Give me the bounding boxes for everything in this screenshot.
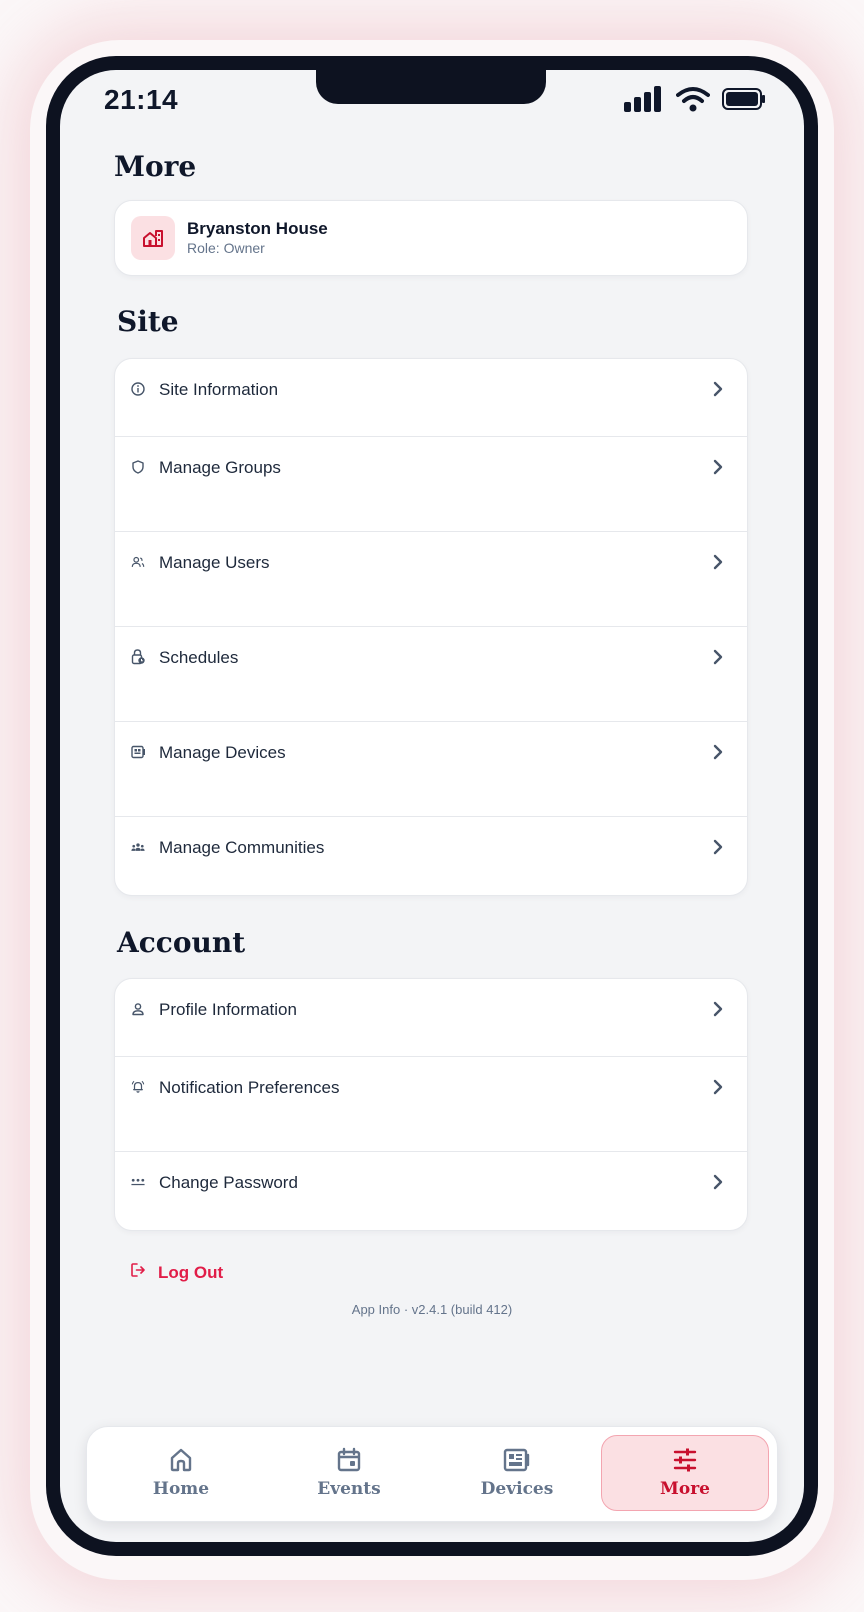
- tab-events[interactable]: Events: [265, 1435, 433, 1511]
- battery-icon: [722, 88, 765, 110]
- tab-label: Devices: [480, 1479, 554, 1499]
- menu-item-manage-devices[interactable]: Manage Devices: [115, 722, 747, 817]
- logout-button[interactable]: Log Out: [130, 1262, 223, 1283]
- chevron-right-icon: [713, 1174, 723, 1195]
- menu-item-manage-communities[interactable]: Manage Communities: [115, 817, 747, 895]
- account-menu-card: Profile Information Notification Prefere…: [114, 978, 748, 1231]
- site-section-title: Site: [117, 305, 179, 338]
- screen: 21:14 More Bryanston House Role: Owner S…: [60, 70, 804, 1542]
- logout-label: Log Out: [158, 1262, 224, 1282]
- chevron-right-icon: [713, 649, 723, 670]
- sliders-icon: [673, 1448, 697, 1472]
- chevron-right-icon: [713, 1001, 723, 1022]
- site-name: Bryanston House: [187, 219, 328, 238]
- community-icon: [131, 840, 145, 854]
- menu-item-manage-groups[interactable]: Manage Groups: [115, 437, 747, 532]
- chevron-right-icon: [713, 554, 723, 575]
- password-dots-icon: [131, 1175, 145, 1189]
- page-title: More: [114, 150, 197, 183]
- chevron-right-icon: [713, 1079, 723, 1100]
- shield-icon: [131, 460, 145, 474]
- logout-icon: [130, 1262, 146, 1283]
- person-icon: [131, 1002, 145, 1016]
- chevron-right-icon: [713, 744, 723, 765]
- tab-home[interactable]: Home: [97, 1435, 265, 1511]
- signal-icon: [624, 86, 661, 112]
- tab-label: Events: [317, 1479, 381, 1499]
- chevron-right-icon: [713, 839, 723, 860]
- wifi-icon: [676, 87, 710, 112]
- device-icon: [131, 745, 145, 759]
- site-role: Role: Owner: [187, 240, 265, 256]
- menu-item-notification-preferences[interactable]: Notification Preferences: [115, 1057, 747, 1152]
- tab-label: More: [660, 1479, 710, 1499]
- site-card[interactable]: Bryanston House Role: Owner: [114, 200, 748, 276]
- lock-clock-icon: [131, 649, 145, 665]
- bell-icon: [131, 1080, 145, 1094]
- notch: [316, 70, 546, 104]
- tab-label: Home: [152, 1479, 210, 1499]
- status-icons: [624, 86, 766, 112]
- menu-item-profile-information[interactable]: Profile Information: [115, 979, 747, 1057]
- site-menu-card: Site Information Manage Groups Manage Us…: [114, 358, 748, 896]
- menu-item-label: Site Information: [159, 380, 279, 399]
- status-time: 21:14: [104, 84, 179, 115]
- menu-item-label: Manage Communities: [159, 838, 325, 857]
- menu-item-manage-users[interactable]: Manage Users: [115, 532, 747, 627]
- tab-devices[interactable]: Devices: [433, 1435, 601, 1511]
- account-section-title: Account: [117, 926, 246, 959]
- tab-more[interactable]: More: [601, 1435, 769, 1511]
- chevron-right-icon: [713, 459, 723, 480]
- menu-item-label: Notification Preferences: [159, 1078, 340, 1097]
- menu-item-label: Manage Groups: [159, 458, 281, 477]
- calendar-icon: [337, 1447, 361, 1472]
- info-icon: [131, 382, 145, 396]
- menu-item-label: Change Password: [159, 1173, 298, 1192]
- tab-bar: Home Events Devices More: [86, 1426, 778, 1522]
- devices-icon: [503, 1448, 530, 1472]
- menu-item-label: Manage Users: [159, 553, 270, 572]
- site-building-icon: [131, 216, 175, 260]
- users-icon: [131, 555, 145, 569]
- home-icon: [170, 1448, 192, 1472]
- phone-frame: 21:14 More Bryanston House Role: Owner S…: [46, 56, 818, 1556]
- menu-item-site-information[interactable]: Site Information: [115, 359, 747, 437]
- chevron-right-icon: [713, 381, 723, 402]
- menu-item-label: Profile Information: [159, 1000, 297, 1019]
- menu-item-schedules[interactable]: Schedules: [115, 627, 747, 722]
- menu-item-label: Manage Devices: [159, 743, 286, 762]
- menu-item-label: Schedules: [159, 648, 239, 667]
- app-info: App Info · v2.4.1 (build 412): [351, 1302, 513, 1317]
- menu-item-change-password[interactable]: Change Password: [115, 1152, 747, 1230]
